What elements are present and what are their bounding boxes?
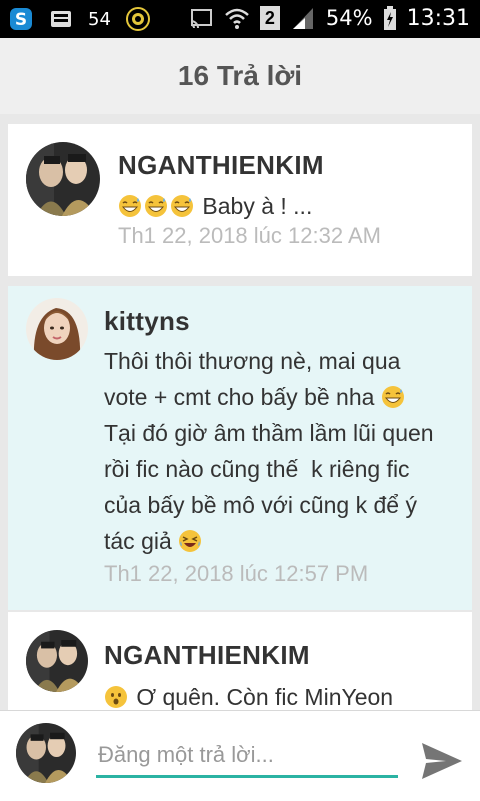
comment-line: Thôi thôi thương nè, mai qua xyxy=(104,348,401,374)
comment-line-with-emoji: vote + cmt cho bấy bề nha xyxy=(104,379,458,415)
avatar-photo xyxy=(26,298,88,360)
comment-text-content: Baby à ! ... xyxy=(202,193,313,219)
grin-sweat-emoji-icon xyxy=(119,195,141,217)
comment-text: Baby à ! ... xyxy=(118,191,458,221)
grin-sweat-emoji-icon xyxy=(381,386,404,408)
status-bar: S 54 2 54% 13:31 xyxy=(0,0,480,38)
clock: 13:31 xyxy=(406,5,470,31)
send-icon[interactable] xyxy=(420,741,464,781)
comment-text: Thôi thôi thương nè, mai qua vote + cmt … xyxy=(104,343,458,559)
cast-icon xyxy=(190,9,212,29)
comment-item-highlighted[interactable]: kittyns Thôi thôi thương nè, mai qua vot… xyxy=(8,286,472,610)
comment-author[interactable]: kittyns xyxy=(104,306,458,337)
current-user-avatar xyxy=(16,723,76,783)
comment-text-content: Ơ quên. Còn fic MinYeon xyxy=(136,684,394,710)
reply-bar xyxy=(0,710,480,801)
comments-list[interactable]: NGANTHIENKIM Baby à ! ... Th1 22, 2018 l… xyxy=(0,114,480,710)
signal-icon xyxy=(292,8,313,29)
comment-author[interactable]: NGANTHIENKIM xyxy=(118,150,458,181)
comment-line: vote + cmt cho bấy bề nha xyxy=(104,384,375,410)
comment-item[interactable]: NGANTHIENKIM Baby à ! ... Th1 22, 2018 l… xyxy=(8,124,472,276)
surprised-emoji-icon xyxy=(105,686,127,708)
sim-slot-badge: 2 xyxy=(259,6,280,30)
comment-item[interactable]: NGANTHIENKIM Ơ quên. Còn fic MinYeon xyxy=(8,612,472,710)
page-title: 16 Trả lời xyxy=(177,60,303,91)
wifi-icon xyxy=(225,8,249,29)
comment-line: rồi fic nào cũng thế k riêng fic xyxy=(104,456,410,482)
rofl-emoji-icon xyxy=(179,530,202,552)
comment-author[interactable]: NGANTHIENKIM xyxy=(104,640,458,671)
inbox-icon xyxy=(51,11,71,27)
comment-timestamp: Th1 22, 2018 lúc 12:57 PM xyxy=(104,561,369,586)
comment-timestamp: Th1 22, 2018 lúc 12:32 AM xyxy=(118,223,381,248)
avatar[interactable] xyxy=(26,142,100,216)
notification-count: 54 xyxy=(88,8,111,30)
app-header: 16 Trả lời xyxy=(0,38,480,115)
comment-line: của bấy bề mô với cũng k để ý xyxy=(104,492,417,518)
svg-text:S: S xyxy=(15,10,27,30)
app-circle-icon xyxy=(125,7,150,31)
comment-text: Ơ quên. Còn fic MinYeon xyxy=(104,679,458,710)
comment-line-with-emoji: tác giả xyxy=(104,523,458,559)
grin-sweat-emoji-icon xyxy=(171,195,193,217)
reply-input[interactable] xyxy=(96,735,398,778)
avatar-photo xyxy=(26,630,88,692)
avatar[interactable] xyxy=(26,298,88,360)
battery-charging-icon xyxy=(383,6,396,30)
avatar[interactable] xyxy=(26,630,88,692)
battery-percent: 54% xyxy=(325,6,373,30)
comment-line: Tại đó giờ âm thầm lầm lũi quen xyxy=(104,420,434,446)
grin-sweat-emoji-icon xyxy=(145,195,167,217)
avatar-photo xyxy=(16,723,76,783)
skype-icon: S xyxy=(10,8,32,30)
comment-line: tác giả xyxy=(104,528,172,554)
avatar-photo xyxy=(26,142,100,216)
